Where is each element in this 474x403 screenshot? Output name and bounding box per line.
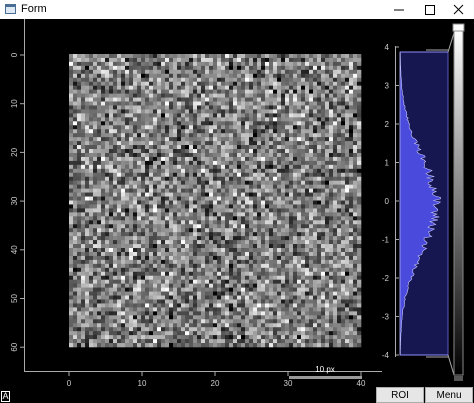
histogram-tick-label: 0: [385, 197, 390, 206]
histogram-tick-label: -4: [382, 351, 390, 360]
y-tick-label: 20: [10, 147, 19, 156]
app-window-icon: [5, 4, 16, 14]
image-view-area: 0 10 20 30 40 50 60 0 10 20 30 40 10 px 4 3 2 1 0 -1 -2-…: [0, 19, 474, 403]
y-tick-label: 30: [10, 196, 19, 205]
histogram-tick-label: -1: [382, 236, 390, 245]
histogram-tick-label: 2: [385, 120, 390, 129]
histogram-panel: 4 3 2 1 0 -1 -2 -3 -4: [382, 32, 455, 376]
x-tick-label: 30: [284, 379, 293, 388]
x-tick-label: 10: [138, 379, 147, 388]
scale-bar-label: 10 px: [315, 365, 335, 374]
y-axis: 0 10 20 30 40 50 60: [10, 19, 25, 372]
close-icon: [453, 4, 464, 15]
y-tick-label: 40: [10, 245, 19, 254]
noise-image[interactable]: [69, 54, 362, 348]
close-button[interactable]: [443, 0, 474, 19]
y-tick-label: 0: [10, 52, 19, 57]
maximize-icon: [425, 5, 435, 15]
gradient-top-handle[interactable]: [452, 23, 465, 32]
x-tick-label: 20: [211, 379, 220, 388]
y-tick-label: 50: [10, 294, 19, 303]
histogram-tick-label: 1: [385, 159, 390, 168]
auto-range-button[interactable]: A: [1, 391, 10, 402]
x-tick-label: 40: [357, 379, 366, 388]
y-tick-label: 60: [10, 342, 19, 351]
minimize-button[interactable]: [383, 0, 414, 19]
roi-button[interactable]: ROI: [376, 387, 424, 403]
histogram-tick-label: 3: [385, 82, 390, 91]
x-tick-label: 0: [67, 379, 72, 388]
maximize-button[interactable]: [414, 0, 445, 19]
y-tick-label: 10: [10, 99, 19, 108]
window-title: Form: [21, 3, 47, 15]
histogram-tick-label: -2: [382, 274, 390, 283]
menu-button[interactable]: Menu: [425, 387, 473, 403]
histogram-tick-label: -3: [382, 313, 390, 322]
histogram-tick-label: 4: [385, 43, 390, 52]
title-bar: Form: [0, 0, 474, 19]
minimize-icon: [394, 9, 404, 11]
gradient-editor[interactable]: [452, 23, 465, 381]
gradient-bottom-handle[interactable]: [454, 376, 463, 381]
